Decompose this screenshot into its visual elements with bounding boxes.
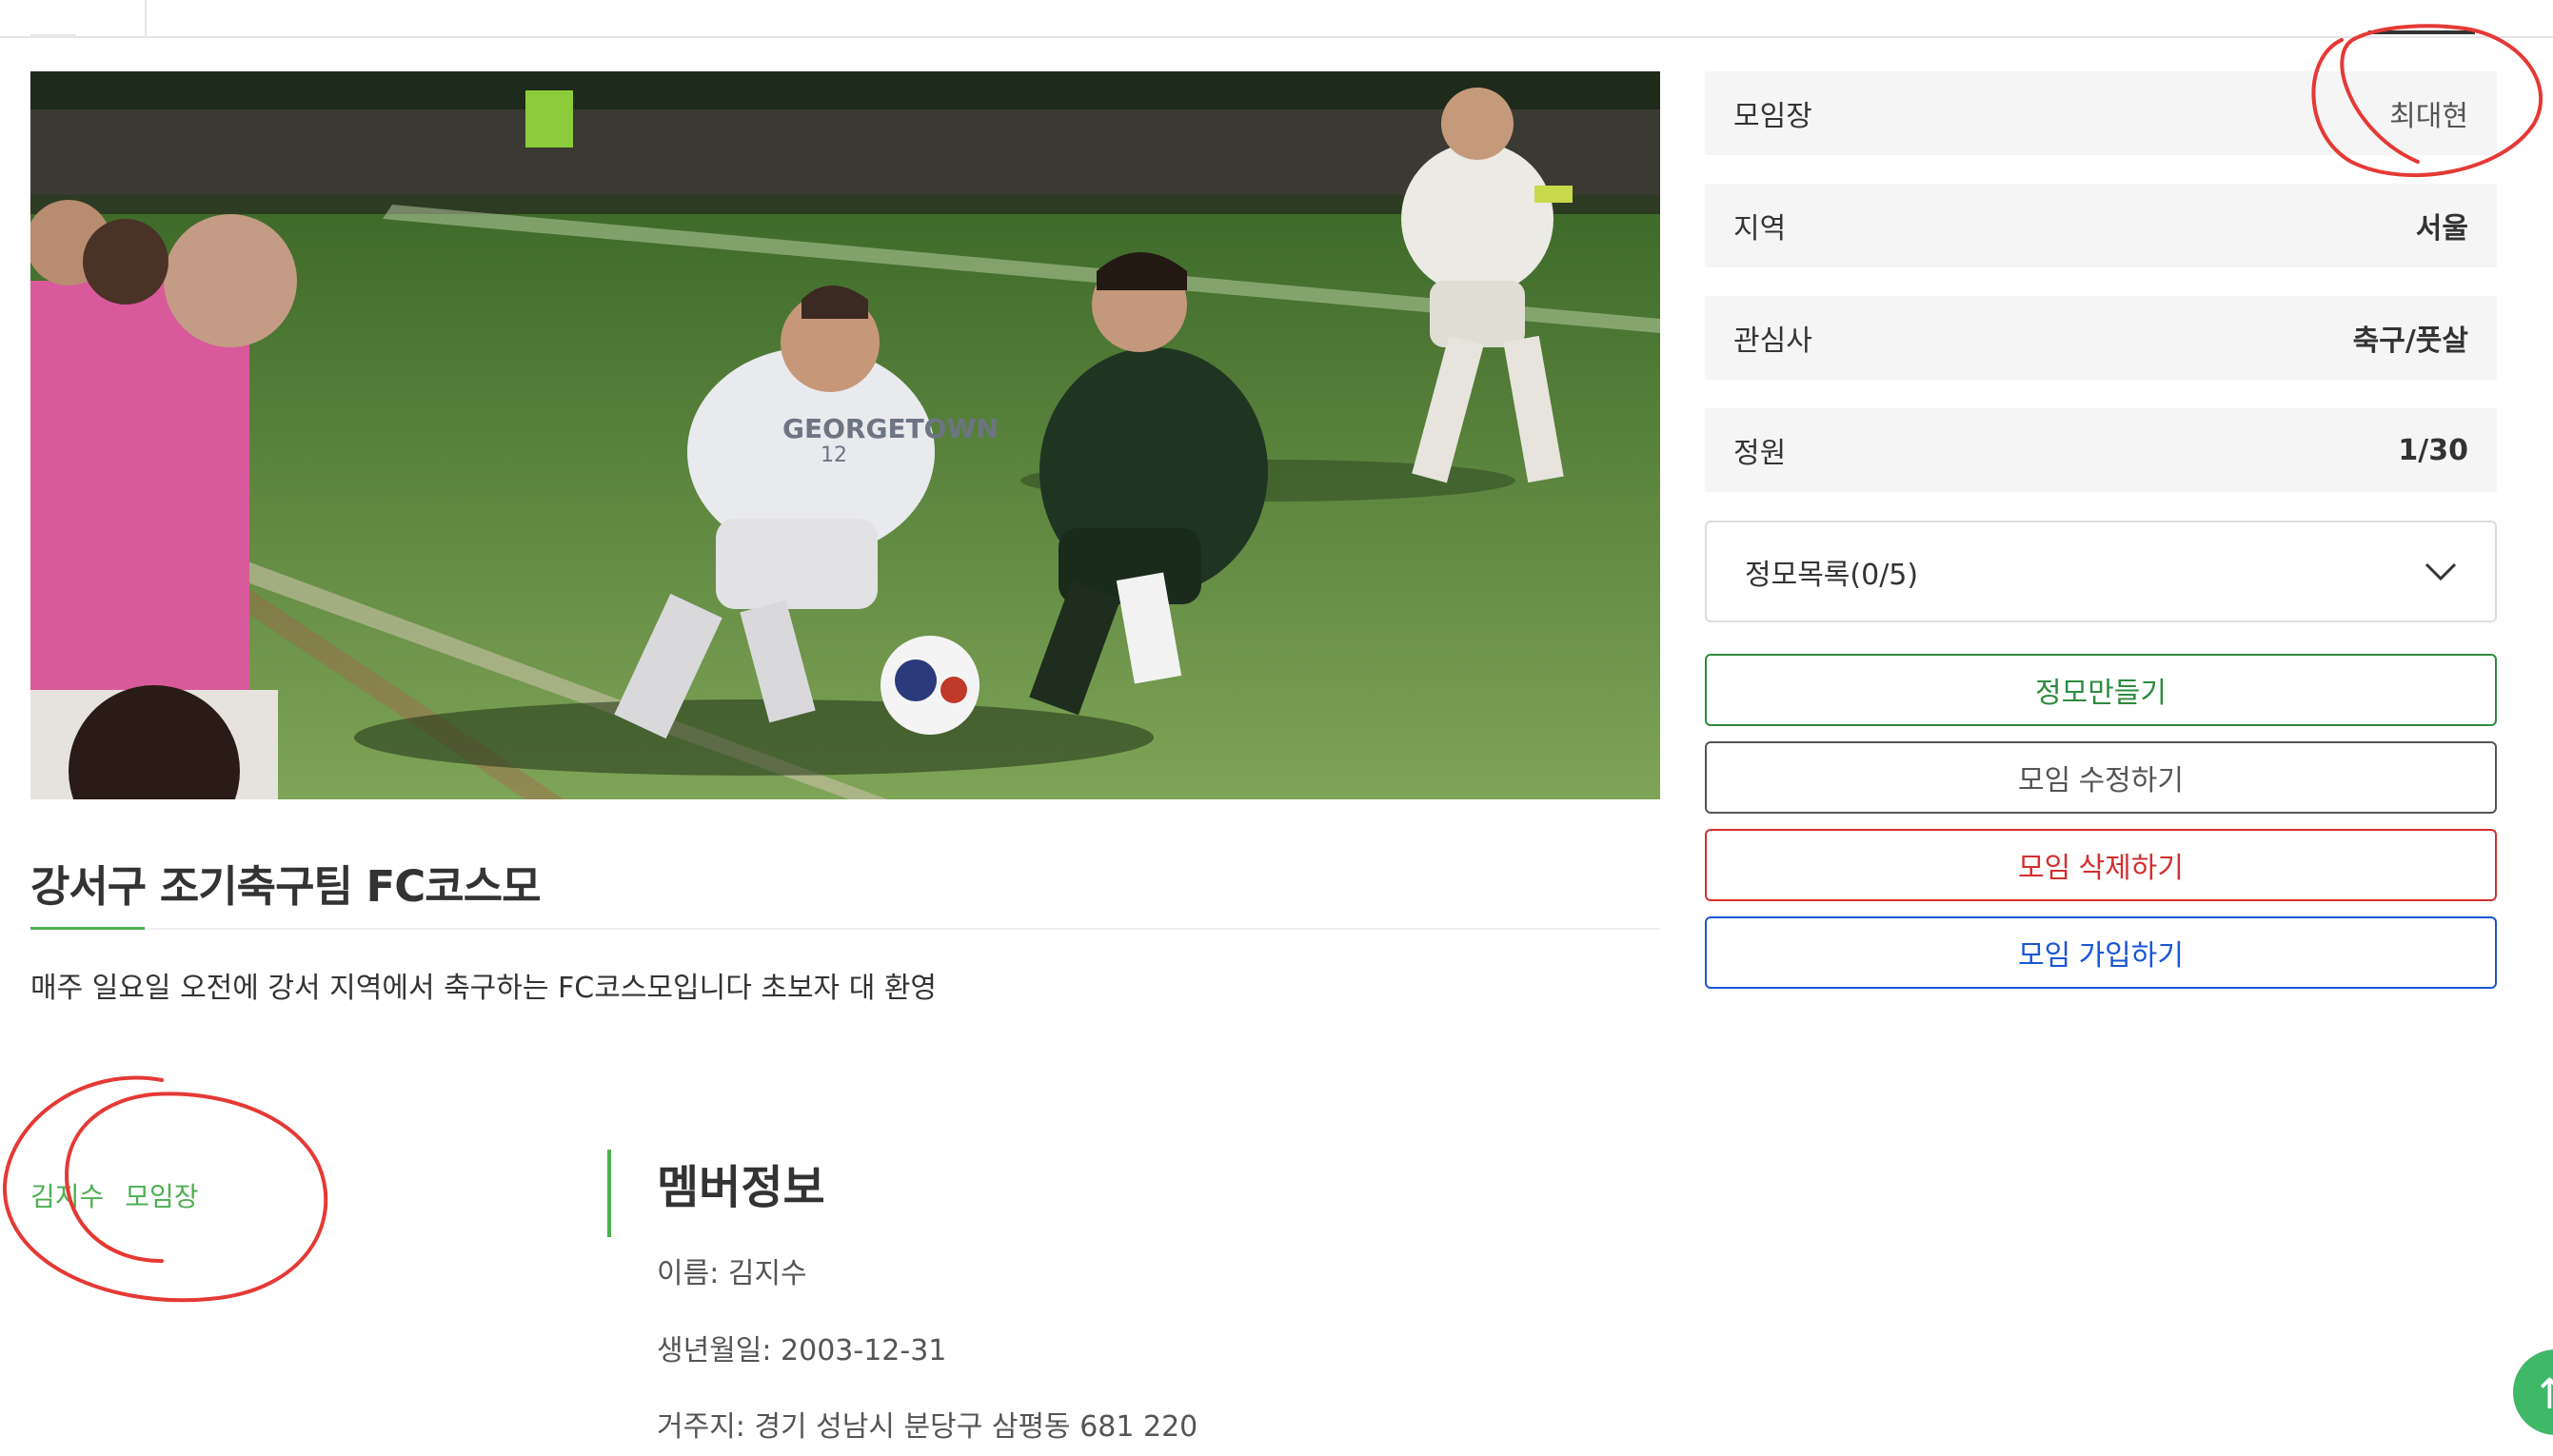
meetings-dropdown-label: 정모목록(0/5) xyxy=(1745,558,1919,592)
info-region: 지역 서울 xyxy=(1705,184,2497,267)
info-value: 1/30 xyxy=(2398,433,2468,467)
svg-text:GEORGETOWN: GEORGETOWN xyxy=(782,413,999,444)
info-label: 모임장 xyxy=(1733,100,1812,133)
svg-text:12: 12 xyxy=(821,443,847,467)
group-hero-image: GEORGETOWN 12 xyxy=(30,71,1660,799)
info-capacity: 정원 1/30 xyxy=(1705,408,2497,492)
join-group-button[interactable]: 모임 가입하기 xyxy=(1705,916,2497,989)
info-label: 관심사 xyxy=(1733,325,1812,358)
header-tab-underline xyxy=(30,34,76,36)
edit-group-button[interactable]: 모임 수정하기 xyxy=(1705,741,2497,814)
group-detail-page: GEORGETOWN 12 강서구 조기축구팀 FC코스모 매주 일요일 오전에… xyxy=(0,0,2553,1456)
chevron-down-icon xyxy=(2424,562,2457,580)
info-interest: 관심사 축구/풋살 xyxy=(1705,296,2497,380)
group-title: 강서구 조기축구팀 FC코스모 xyxy=(30,861,541,912)
meetings-dropdown[interactable]: 정모목록(0/5) xyxy=(1705,521,2497,622)
top-header-strip xyxy=(0,0,2553,38)
info-label: 지역 xyxy=(1733,212,1787,246)
member-list-item[interactable]: 김지수 모임장 xyxy=(30,1176,199,1214)
title-divider xyxy=(30,928,1660,930)
member-address-line: 거주지: 경기 성남시 분당구 삼평동 681 220 xyxy=(657,1410,1198,1444)
header-search-area[interactable] xyxy=(145,0,2477,36)
title-accent-line xyxy=(30,927,145,930)
member-name-line: 이름: 김지수 xyxy=(657,1257,807,1290)
arrow-up-icon: ↑ xyxy=(2532,1370,2553,1419)
info-value: 축구/풋살 xyxy=(2352,325,2468,358)
info-leader: 모임장 최대현 xyxy=(1705,71,2497,155)
info-value: 최대현 xyxy=(2389,100,2468,133)
member-name: 김지수 xyxy=(30,1181,105,1212)
member-birth-line: 생년월일: 2003-12-31 xyxy=(657,1334,947,1367)
member-info-heading: 멤버정보 xyxy=(657,1161,825,1214)
info-value: 서울 xyxy=(2415,212,2468,246)
delete-group-button[interactable]: 모임 삭제하기 xyxy=(1705,829,2497,901)
header-scroll-indicator xyxy=(2368,30,2475,34)
scroll-top-button[interactable]: ↑ xyxy=(2513,1349,2553,1435)
group-description: 매주 일요일 오전에 강서 지역에서 축구하는 FC코스모입니다 초보자 대 환… xyxy=(30,972,938,1005)
soccer-match-photo: GEORGETOWN 12 xyxy=(30,71,1660,799)
member-section-divider xyxy=(607,1150,611,1237)
member-role: 모임장 xyxy=(125,1181,199,1212)
create-meeting-button[interactable]: 정모만들기 xyxy=(1705,654,2497,726)
info-label: 정원 xyxy=(1733,437,1787,470)
